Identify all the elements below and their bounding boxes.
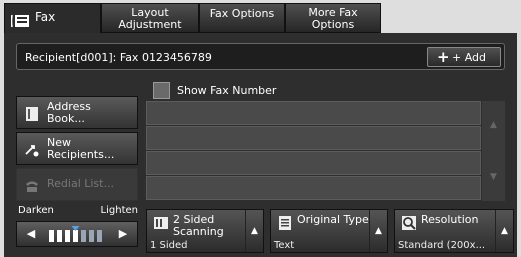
- add-button-label: + Add: [452, 51, 487, 64]
- density-bar: [81, 230, 86, 242]
- chevron-up-icon[interactable]: ▲: [495, 210, 513, 252]
- tab-fax-options[interactable]: Fax Options: [199, 3, 285, 33]
- original-type-button[interactable]: Original Type Text ▲: [270, 209, 388, 253]
- lighten-label: Lighten: [100, 205, 138, 216]
- tab-fax-label: Fax: [35, 10, 56, 24]
- density-slider[interactable]: ◀ ▶: [16, 221, 138, 247]
- density-level-bars: [49, 226, 102, 242]
- resolution-title: Resolution: [421, 213, 479, 226]
- new-recipients-label-2: Recipients...: [47, 148, 115, 161]
- tab-more-label-2: Options: [311, 18, 355, 31]
- scroll-down-icon[interactable]: ▼: [482, 153, 505, 201]
- density-control: Darken Lighten ◀ ▶: [16, 205, 138, 255]
- original-type-title: Original Type: [297, 213, 369, 226]
- fax-icon: [11, 14, 29, 28]
- two-sided-icon: [154, 217, 168, 229]
- address-book-button[interactable]: Address Book...: [16, 96, 138, 129]
- resolution-button[interactable]: Resolution Standard (200x... ▲: [394, 209, 514, 253]
- scroll-up-icon[interactable]: ▲: [482, 101, 505, 149]
- resolution-value: Standard (200x...: [398, 240, 486, 251]
- density-bar: [73, 230, 78, 242]
- density-bar: [65, 230, 70, 242]
- show-fax-number-label: Show Fax Number: [177, 84, 277, 97]
- phone-icon: [26, 181, 38, 192]
- density-bar: [57, 230, 62, 242]
- density-bar: [97, 230, 102, 242]
- resolution-icon: [402, 216, 416, 230]
- list-scrollbar[interactable]: ▲ ▼: [482, 101, 505, 201]
- document-icon: [279, 216, 291, 230]
- two-sided-title-2: Scanning: [173, 225, 224, 238]
- fax-panel: Recipient[d001]: Fax 0123456789 + + Add …: [4, 33, 517, 257]
- tab-layout-label-1: Layout: [131, 6, 169, 19]
- list-item[interactable]: [146, 101, 481, 125]
- original-type-value: Text: [274, 240, 295, 251]
- tab-fax-options-label: Fax Options: [209, 7, 275, 20]
- tab-layout-label-2: Adjustment: [118, 18, 182, 31]
- recipient-list: [146, 101, 481, 201]
- address-book-icon: [26, 107, 38, 121]
- density-marker: [71, 226, 80, 231]
- tab-fax[interactable]: Fax: [4, 3, 101, 34]
- density-bar: [49, 230, 54, 242]
- list-item[interactable]: [146, 151, 481, 175]
- two-sided-value: 1 Sided: [150, 240, 188, 251]
- checkbox-box[interactable]: [153, 82, 170, 99]
- plus-icon: +: [437, 48, 450, 66]
- address-book-label-2: Book...: [47, 112, 85, 125]
- new-recipient-icon: [25, 145, 39, 157]
- add-button[interactable]: + + Add: [427, 47, 501, 67]
- tab-layout-adjustment[interactable]: Layout Adjustment: [101, 3, 199, 33]
- redial-list-label: Redial List...: [47, 177, 114, 190]
- chevron-up-icon[interactable]: ▲: [369, 210, 387, 252]
- lighten-arrow-icon[interactable]: ▶: [113, 225, 133, 243]
- show-fax-number-checkbox[interactable]: Show Fax Number: [153, 81, 293, 101]
- new-recipients-button[interactable]: New Recipients...: [16, 132, 138, 165]
- tab-bar: Fax Layout Adjustment Fax Options More F…: [0, 0, 521, 34]
- density-bar: [89, 230, 94, 242]
- redial-list-button[interactable]: Redial List...: [16, 168, 138, 201]
- darken-label: Darken: [18, 205, 54, 216]
- tab-more-label-1: More Fax: [308, 6, 358, 19]
- recipient-bar[interactable]: Recipient[d001]: Fax 0123456789 + + Add: [16, 43, 505, 70]
- darken-arrow-icon[interactable]: ◀: [21, 225, 41, 243]
- list-item[interactable]: [146, 176, 481, 200]
- two-sided-scanning-button[interactable]: 2 Sided Scanning 1 Sided ▲: [146, 209, 264, 253]
- recipient-text: Recipient[d001]: Fax 0123456789: [25, 51, 212, 64]
- list-item[interactable]: [146, 126, 481, 150]
- tab-more-fax-options[interactable]: More Fax Options: [285, 3, 381, 33]
- chevron-up-icon[interactable]: ▲: [245, 210, 263, 252]
